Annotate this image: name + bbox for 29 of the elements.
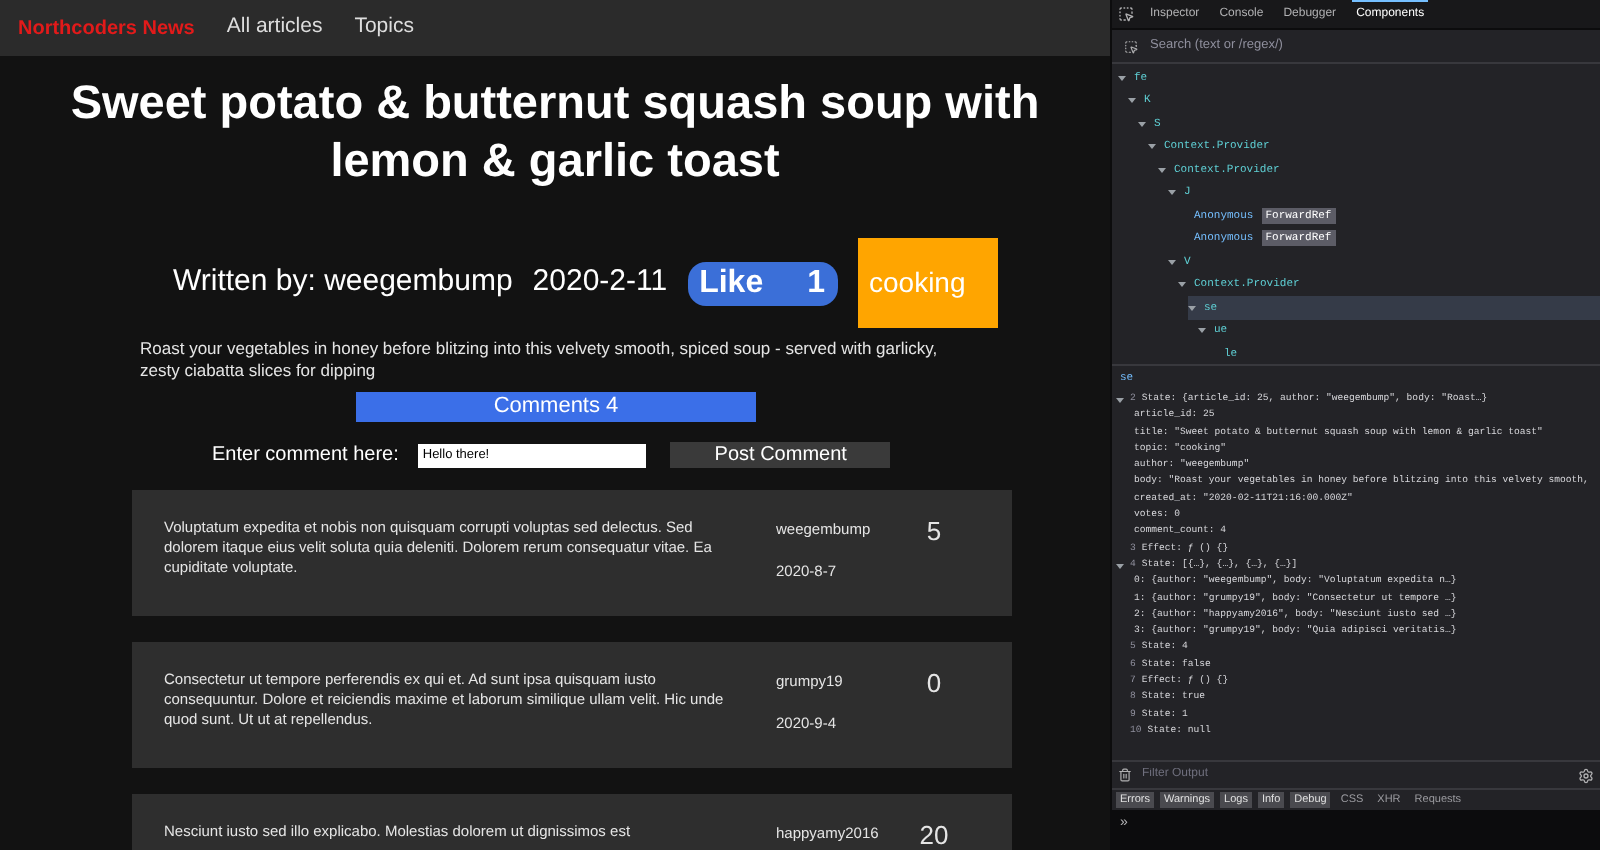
article-title: Sweet potato & butternut squash soup with lemon & garlic toast bbox=[68, 74, 1042, 190]
caret-down-icon[interactable] bbox=[1116, 396, 1124, 405]
settings-icon[interactable] bbox=[1578, 767, 1594, 783]
caret-down-icon[interactable] bbox=[1116, 562, 1124, 571]
caret-down-icon[interactable] bbox=[1118, 73, 1126, 82]
post-comment-button[interactable]: Post Comment bbox=[670, 442, 891, 468]
pick-element-icon[interactable] bbox=[1118, 6, 1134, 22]
comment-votes: 0 bbox=[924, 670, 944, 698]
nav-link[interactable]: Topics bbox=[354, 12, 414, 44]
pick-element-icon[interactable] bbox=[1124, 39, 1138, 53]
caret-down-icon[interactable] bbox=[1168, 257, 1176, 266]
caret-down-icon[interactable] bbox=[1148, 142, 1156, 151]
comments-button[interactable]: Comments 4 bbox=[356, 392, 756, 422]
comment-votes: 20 bbox=[917, 822, 951, 850]
caret-down-icon[interactable] bbox=[1128, 96, 1136, 105]
author-byline: Written by: weegembump bbox=[172, 262, 513, 303]
article-body: Roast your vegetables in honey before blitzing into this velvety smooth, spiced soup - served with garlicky, zesty ciabatta slices for dipping bbox=[138, 338, 940, 382]
trash-icon[interactable] bbox=[1118, 768, 1132, 782]
caret-down-icon[interactable] bbox=[1158, 165, 1166, 174]
caret-down-icon[interactable] bbox=[1178, 280, 1186, 289]
caret-down-icon[interactable] bbox=[1138, 119, 1146, 128]
like-button[interactable]: Like 1 bbox=[687, 261, 837, 305]
comment-label: Enter comment here: bbox=[212, 442, 399, 470]
caret-down-icon[interactable] bbox=[1168, 188, 1176, 197]
comment-votes: 5 bbox=[924, 518, 944, 546]
article-date: 2020-2-11 bbox=[532, 262, 668, 303]
nav-link[interactable]: All articles bbox=[226, 12, 323, 44]
caret-down-icon[interactable] bbox=[1198, 326, 1206, 335]
caret-down-icon[interactable] bbox=[1188, 303, 1196, 312]
